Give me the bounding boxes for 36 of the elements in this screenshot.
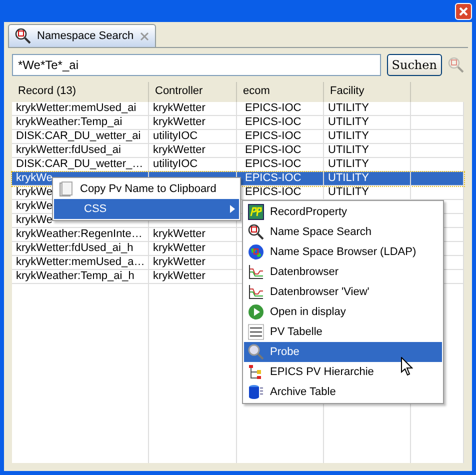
table-cell: krykWetter:fdUsed_ai: [16, 144, 121, 156]
table-cell: krykWe: [16, 200, 52, 212]
table-cell: UTILITY: [328, 102, 369, 114]
table-cell: EPICS-IOC: [245, 172, 302, 184]
table-cell: krykWeather:Temp_ai: [16, 116, 122, 128]
table-cell: utilityIOC: [153, 158, 198, 170]
table-cell: krykWetter: [153, 242, 206, 254]
table-cell: krykWe: [16, 214, 52, 226]
table-cell: krykWe: [16, 172, 52, 184]
table-cell: krykWetter: [153, 256, 206, 268]
table-cell: krykWetter: [153, 144, 206, 156]
table-cell: krykWetter:memUsed_a…: [16, 256, 145, 268]
table-cell: EPICS-IOC: [245, 144, 302, 156]
table-cell: UTILITY: [328, 130, 369, 142]
table-cell: EPICS-IOC: [245, 116, 302, 128]
table-cell: krykWetter: [153, 270, 206, 282]
table-cell: krykWetter: [153, 102, 206, 114]
table-cell: UTILITY: [328, 158, 369, 170]
table-cell: DISK:CAR_DU_wetter_ai: [16, 130, 141, 142]
table-cell: krykWetter:memUsed_ai: [16, 102, 136, 114]
table-cell: krykWe: [16, 186, 52, 198]
table-cell: UTILITY: [328, 172, 369, 184]
table-cell: krykWeather:RegenInte…: [16, 228, 142, 240]
table-cell: EPICS-IOC: [245, 158, 302, 170]
table-cell: UTILITY: [328, 116, 369, 128]
table-cell: krykWetter:fdUsed_ai_h: [16, 242, 134, 254]
table-cell: UTILITY: [328, 144, 369, 156]
table-cell: utilityIOC: [153, 130, 198, 142]
table-cell: DISK:CAR_DU_wetter_…: [16, 158, 144, 170]
table-cell: EPICS-IOC: [245, 130, 302, 142]
table-cell: UTILITY: [328, 186, 369, 198]
table-cell: krykWetter: [153, 228, 206, 240]
table-cell: krykWetter: [153, 116, 206, 128]
table-cell: EPICS-IOC: [245, 102, 302, 114]
table-cell: krykWeather:Temp_ai_h: [16, 270, 134, 282]
table-cell: EPICS-IOC: [245, 186, 302, 198]
